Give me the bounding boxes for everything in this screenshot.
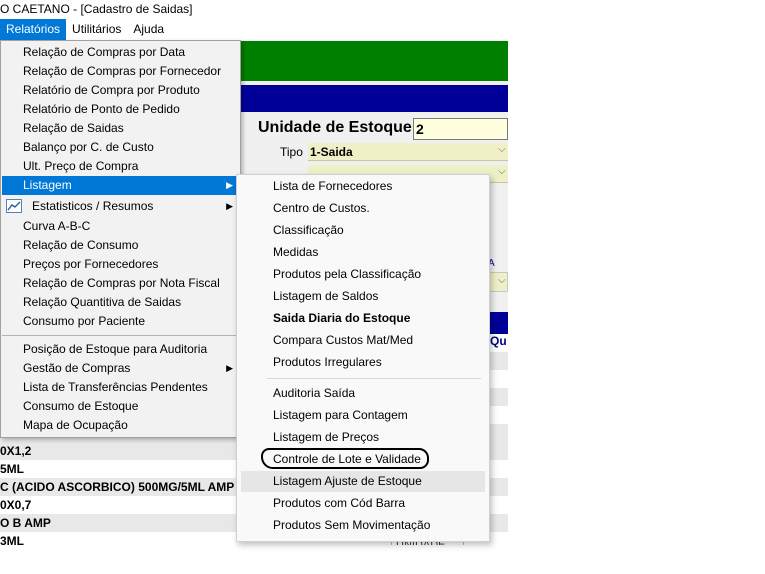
menu-item-label: Relação de Consumo (23, 238, 139, 252)
menu-item-consumo-paciente[interactable]: Consumo por Paciente (2, 312, 239, 331)
menu-item-compra-por-produto[interactable]: Relatório de Compra por Produto (2, 81, 239, 100)
menu-item-label: Produtos pela Classificação (273, 267, 422, 281)
green-banner (241, 41, 508, 81)
unit-input[interactable]: 2 (413, 118, 508, 140)
menu-item-label: Mapa de Ocupação (23, 418, 128, 432)
menu-item-auditoria-saida[interactable]: Auditoria Saída (241, 383, 485, 404)
tipo-select[interactable]: 1-Saida (308, 143, 508, 161)
menu-item-ult-preco-compra[interactable]: Ult. Preço de Compra (2, 157, 239, 176)
menu-item-label: Relatório de Ponto de Pedido (23, 102, 180, 116)
menu-relatorios[interactable]: Relatórios (0, 19, 67, 40)
menu-item-label: Listagem de Saldos (273, 289, 379, 303)
menu-item-label: Listagem Ajuste de Estoque (273, 474, 422, 488)
menu-item-label: Saida Diaria do Estoque (273, 311, 411, 325)
menu-item-produtos-cod-barra[interactable]: Produtos com Cód Barra (241, 493, 485, 514)
menu-item-label: Balanço por C. de Custo (23, 140, 154, 154)
menu-item-listagem-saldos[interactable]: Listagem de Saldos (241, 286, 485, 307)
menu-item-produtos-classificacao[interactable]: Produtos pela Classificação (241, 264, 485, 285)
menu-item-label: Compara Custos Mat/Med (273, 333, 414, 347)
menu-item-produtos-irregulares[interactable]: Produtos Irregulares (241, 352, 485, 373)
menu-item-label: Listagem para Contagem (273, 408, 408, 422)
menu-item-saida-diaria[interactable]: Saida Diaria do Estoque (241, 308, 485, 329)
menu-item-listagem-precos[interactable]: Listagem de Preços (241, 427, 485, 448)
menu-item-label: Medidas (273, 245, 319, 259)
menu-item-label: Consumo por Paciente (23, 314, 146, 328)
menu-item-label: Relatório de Compra por Produto (23, 83, 200, 97)
blue-banner (241, 85, 508, 112)
relatorios-dropdown: Relação de Compras por Data Relação de C… (0, 40, 241, 438)
menu-item-medidas[interactable]: Medidas (241, 242, 485, 263)
highlight-annotation (261, 448, 429, 469)
menu-item-classificacao[interactable]: Classificação (241, 220, 485, 241)
menu-separator (267, 378, 481, 379)
menu-item-label: Listagem (23, 178, 72, 192)
menu-item-label: Ult. Preço de Compra (23, 159, 139, 173)
menu-item-label: Curva A-B-C (23, 219, 91, 233)
chevron-down-icon[interactable]: ⌵ (498, 166, 506, 177)
menu-item-compras-por-data[interactable]: Relação de Compras por Data (2, 43, 239, 62)
menu-item-label: Lista de Fornecedores (273, 179, 393, 193)
menu-item-balanco-c-custo[interactable]: Balanço por C. de Custo (2, 138, 239, 157)
menu-item-precos-fornecedores[interactable]: Preços por Fornecedores (2, 255, 239, 274)
menu-item-compara-custos[interactable]: Compara Custos Mat/Med (241, 330, 485, 351)
menu-item-label: Relação Quantitiva de Saidas (23, 295, 182, 309)
chevron-right-icon: ▶ (226, 363, 233, 373)
chevron-right-icon: ▶ (226, 201, 233, 211)
menu-item-compras-por-fornecedor[interactable]: Relação de Compras por Fornecedor (2, 62, 239, 81)
menu-item-label: Posição de Estoque para Auditoria (23, 342, 208, 356)
menu-item-gestao-compras[interactable]: Gestão de Compras ▶ (2, 359, 239, 378)
menu-item-mapa-ocupacao[interactable]: Mapa de Ocupação (2, 416, 239, 435)
menu-item-posicao-auditoria[interactable]: Posição de Estoque para Auditoria (2, 340, 239, 359)
menu-item-label: Relação de Compras por Nota Fiscal (23, 276, 220, 290)
menu-item-lista-fornecedores[interactable]: Lista de Fornecedores (241, 176, 485, 197)
chevron-down-icon[interactable]: ⌵ (498, 144, 506, 155)
menu-item-label: Produtos Sem Movimentação (273, 518, 431, 532)
menu-utilitarios[interactable]: Utilitários (66, 19, 127, 40)
menu-item-label: Listagem de Preços (273, 430, 380, 444)
menu-separator (2, 335, 239, 336)
menu-item-produtos-sem-movimentacao[interactable]: Produtos Sem Movimentação (241, 515, 485, 536)
menu-item-label: Classificação (273, 223, 344, 237)
menu-item-ajuste-estoque[interactable]: Listagem Ajuste de Estoque (241, 471, 485, 492)
menu-item-relacao-de-saidas[interactable]: Relação de Saidas (2, 119, 239, 138)
menu-item-label: Relação de Compras por Fornecedor (23, 64, 222, 78)
chevron-down-icon[interactable]: ⌵ (498, 275, 506, 286)
menu-item-transferencias-pendentes[interactable]: Lista de Transferências Pendentes (2, 378, 239, 397)
menu-item-listagem-contagem[interactable]: Listagem para Contagem (241, 405, 485, 426)
menu-item-ponto-de-pedido[interactable]: Relatório de Ponto de Pedido (2, 100, 239, 119)
menu-item-compras-nota-fiscal[interactable]: Relação de Compras por Nota Fiscal (2, 274, 239, 293)
menu-item-label: Produtos Irregulares (273, 355, 382, 369)
menu-item-listagem[interactable]: Listagem ▶ (2, 176, 239, 195)
tipo-label: Tipo (280, 145, 303, 159)
menu-item-label: Lista de Transferências Pendentes (23, 380, 208, 394)
chevron-right-icon: ▶ (226, 180, 233, 190)
menu-item-label: Preços por Fornecedores (23, 257, 159, 271)
listagem-submenu: Lista de Fornecedores Centro de Custos. … (236, 174, 490, 542)
menu-item-label: Produtos com Cód Barra (273, 496, 406, 510)
chart-icon (6, 199, 22, 213)
unit-label: Unidade de Estoque (258, 119, 412, 136)
menu-item-label: Auditoria Saída (273, 386, 356, 400)
menu-bar: Relatórios Utilitários Ajuda (0, 19, 508, 40)
menu-item-label: Gestão de Compras (23, 361, 131, 375)
menu-item-quantitiva-saidas[interactable]: Relação Quantitiva de Saidas (2, 293, 239, 312)
grid-column-header[interactable]: Qu (490, 334, 507, 348)
menu-ajuda[interactable]: Ajuda (127, 19, 170, 40)
menu-item-label: Relação de Saidas (23, 121, 124, 135)
menu-item-consumo-estoque[interactable]: Consumo de Estoque (2, 397, 239, 416)
menu-item-label: Centro de Custos. (273, 201, 370, 215)
window-title: O CAETANO - [Cadastro de Saidas] (0, 0, 508, 19)
menu-item-estatisticos[interactable]: Estatisticos / Resumos ▶ (2, 197, 239, 216)
menu-item-label: Estatisticos / Resumos (32, 199, 154, 213)
menu-item-curva-abc[interactable]: Curva A-B-C (2, 217, 239, 236)
menu-item-relacao-consumo[interactable]: Relação de Consumo (2, 236, 239, 255)
menu-item-label: Relação de Compras por Data (23, 45, 186, 59)
menu-item-label: Consumo de Estoque (23, 399, 139, 413)
menu-item-centro-custos[interactable]: Centro de Custos. (241, 198, 485, 219)
